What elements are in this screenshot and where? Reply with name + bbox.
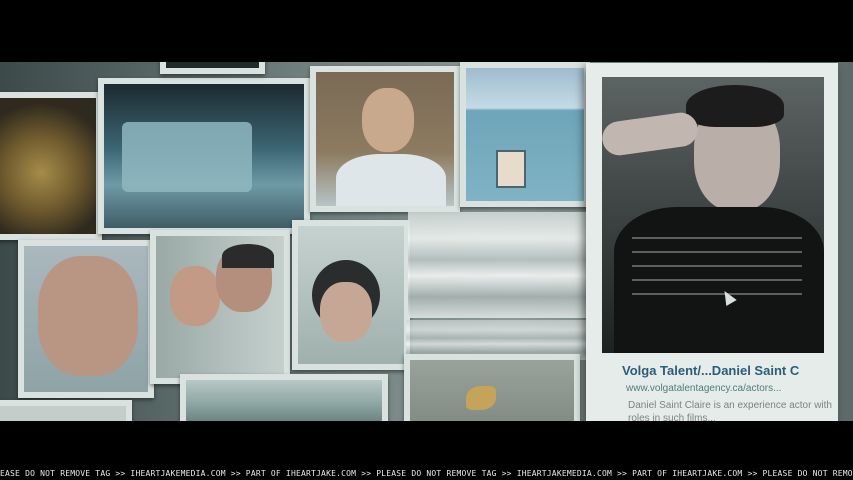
thumbnail-brass-instrument[interactable] [0,92,102,240]
thumbnail-top-strip[interactable] [160,62,265,74]
thumbnail-woman-sunglasses[interactable] [292,220,410,370]
featured-photo[interactable] [602,77,824,353]
thumbnail-man-glasses[interactable] [310,66,460,212]
watermark-text: EASE DO NOT REMOVE TAG >> IHEARTJAKEMEDI… [0,469,853,478]
thumbnail-couple-kiss[interactable] [150,230,290,384]
thumbnail-edge-small[interactable] [0,400,132,421]
thumbnail-older-man[interactable] [18,240,154,398]
result-url-link[interactable]: www.volgatalentagency.ca/actors... [626,383,781,394]
featured-result-card[interactable]: Volga Talent/...Daniel Saint C www.volga… [586,63,838,424]
result-title-link[interactable]: Volga Talent/...Daniel Saint C [622,363,799,378]
thumbnail-shoreline[interactable] [180,374,388,421]
thumbnail-blue-building[interactable] [460,62,590,207]
thumbnail-leaf[interactable] [404,354,580,421]
thumbnail-streetcar[interactable] [98,78,310,234]
motion-blur-panel [408,212,594,318]
letterbox-top [0,0,853,62]
